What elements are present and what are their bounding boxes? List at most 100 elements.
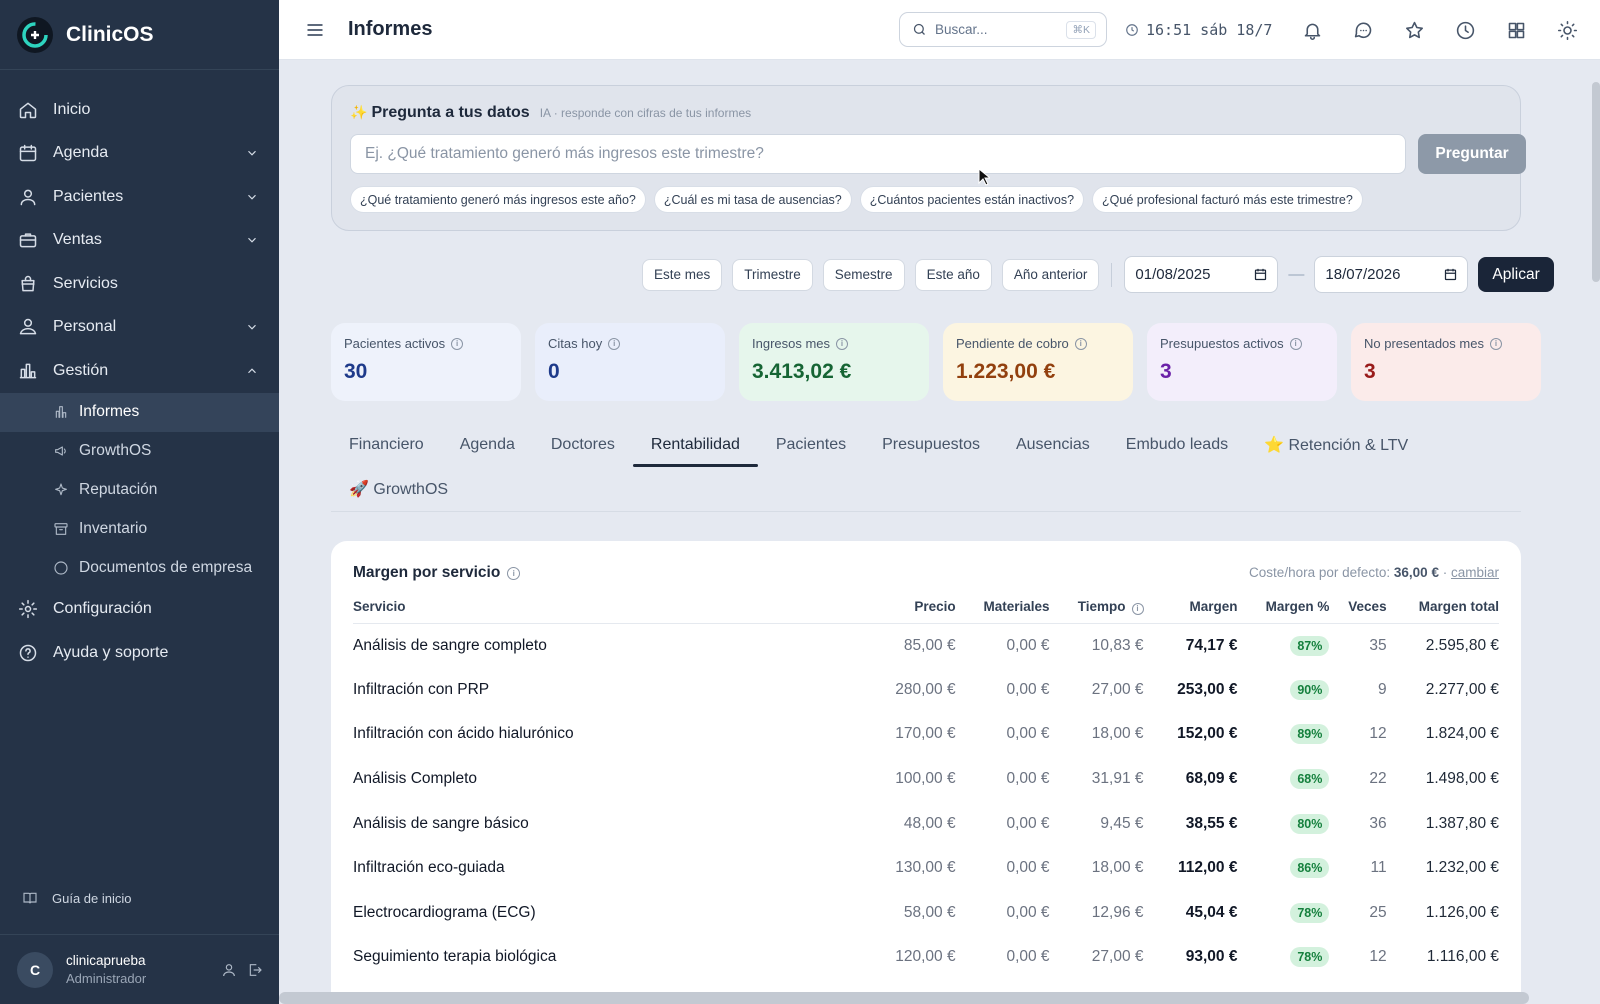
calendar-icon[interactable]	[1443, 267, 1458, 282]
clock-icon	[1126, 24, 1138, 36]
info-icon[interactable]: i	[608, 337, 621, 350]
sidebar-item-ayuda[interactable]: Ayuda y soporte	[0, 631, 279, 675]
suggestion-chip[interactable]: ¿Qué profesional facturó más este trimes…	[1092, 186, 1363, 213]
search-input[interactable]: Buscar... ⌘K	[899, 12, 1107, 47]
table-row[interactable]: Seguimiento terapia biológica 120,00 € 0,0…	[353, 935, 1499, 980]
preset-este-mes[interactable]: Este mes	[642, 258, 723, 291]
tab-4[interactable]: Pacientes	[758, 422, 864, 467]
tab-7[interactable]: Embudo leads	[1108, 422, 1246, 467]
info-icon[interactable]: i	[451, 337, 464, 350]
ai-question-input[interactable]: Ej. ¿Qué tratamiento generó más ingresos…	[350, 134, 1406, 174]
margin-table-card: Margen por servicio i Coste/hora por def…	[331, 541, 1521, 1004]
ask-button[interactable]: Preguntar	[1418, 134, 1526, 174]
cost-value: 36,00 €	[1393, 565, 1439, 580]
cost-label: Coste/hora por defecto:	[1249, 565, 1391, 580]
calendar-icon	[19, 145, 37, 162]
logout-icon[interactable]	[247, 962, 263, 978]
grid-icon[interactable]	[1506, 20, 1527, 41]
column-header: Servicio	[353, 591, 844, 624]
guide-link[interactable]: Guía de inicio	[22, 890, 132, 906]
menu-icon[interactable]	[305, 20, 325, 40]
sidebar-subitem-informes[interactable]: Informes	[0, 392, 279, 432]
table-row[interactable]: Infiltración con PRP 280,00 € 0,00 € 27,00 …	[353, 668, 1499, 713]
profile-icon[interactable]	[221, 962, 237, 978]
horizontal-scrollbar[interactable]	[279, 992, 1529, 1004]
tab-0[interactable]: Financiero	[331, 422, 442, 467]
top-header: Informes Buscar... ⌘K 16:51 sáb 18/7	[279, 0, 1600, 60]
chevron-down-icon	[248, 151, 256, 156]
info-icon[interactable]: i	[1074, 337, 1087, 350]
sidebar-item-ventas[interactable]: Ventas	[0, 219, 279, 263]
tab-8[interactable]: ⭐ Retención & LTV	[1246, 422, 1426, 467]
info-icon[interactable]: i	[1289, 337, 1302, 350]
table-cell: 45,04 €	[1144, 891, 1238, 936]
main-content: ✨ Pregunta a tus datos IA · responde con…	[279, 60, 1600, 1004]
table-row[interactable]: Análisis Completo 100,00 € 0,00 € 31,91 € 68…	[353, 757, 1499, 802]
sidebar-item-label: Personal	[53, 318, 117, 336]
brand[interactable]: ClinicOS	[0, 0, 279, 70]
change-cost-link[interactable]: cambiar	[1451, 565, 1499, 580]
sidebar-subitem-inventario[interactable]: Inventario	[0, 510, 279, 549]
table-row[interactable]: Infiltración eco-guiada 130,00 € 0,00 € 18,…	[353, 846, 1499, 891]
table-cell: 27,00 €	[1050, 668, 1144, 713]
tab-1[interactable]: Agenda	[442, 422, 533, 467]
sidebar-item-servicios[interactable]: Servicios	[0, 262, 279, 306]
sidebar-subitem-documentos[interactable]: Documentos de empresa	[0, 549, 279, 588]
cell-value: 31,91 €	[1091, 770, 1144, 788]
kpi-label: Ingresos mes i	[752, 336, 916, 351]
star-icon[interactable]	[1404, 20, 1425, 41]
date-from-field[interactable]: 01/08/2025	[1124, 256, 1279, 293]
sidebar-subitem-growthos[interactable]: GrowthOS	[0, 432, 279, 471]
vertical-scrollbar[interactable]	[1592, 82, 1600, 282]
table-cell: 48,00 €	[843, 801, 956, 846]
avatar[interactable]: C	[17, 951, 53, 988]
bell-icon[interactable]	[1302, 20, 1323, 41]
tab-2[interactable]: Doctores	[533, 422, 633, 467]
info-icon[interactable]: i	[1131, 602, 1144, 615]
sidebar: ClinicOS Inicio Agenda Pacientes Ventas …	[0, 0, 279, 1004]
preset-trimestre[interactable]: Trimestre	[732, 258, 813, 291]
sidebar-item-agenda[interactable]: Agenda	[0, 132, 279, 176]
info-icon[interactable]: i	[507, 566, 521, 580]
apply-button[interactable]: Aplicar	[1478, 257, 1554, 292]
table-cell: 12,96 €	[1050, 891, 1144, 936]
kpi-card: Citas hoy i 0	[535, 323, 725, 401]
tab-3[interactable]: Rentabilidad	[632, 422, 758, 467]
sidebar-item-configuracion[interactable]: Configuración	[0, 588, 279, 632]
search-placeholder: Buscar...	[935, 22, 988, 37]
sidebar-item-personal[interactable]: Personal	[0, 306, 279, 350]
cell-value: 22	[1369, 770, 1387, 788]
preset-ano-anterior[interactable]: Año anterior	[1001, 258, 1100, 291]
suggestion-chip[interactable]: ¿Cuál es mi tasa de ausencias?	[653, 186, 852, 213]
table-row[interactable]: Electrocardiograma (ECG) 58,00 € 0,00 € 12,…	[353, 891, 1499, 936]
sun-icon[interactable]	[1557, 20, 1578, 41]
tab-growthos[interactable]: 🚀 GrowthOS	[331, 467, 466, 512]
table-cell: 2.595,80 €	[1387, 623, 1499, 668]
help-icon	[19, 644, 37, 661]
date-to-field[interactable]: 18/07/2026	[1314, 256, 1469, 293]
table-cell: 10,83 €	[1050, 623, 1144, 668]
margin-percent-badge: 86%	[1290, 858, 1330, 879]
table-row[interactable]: Análisis de sangre básico 48,00 € 0,00 € 9,…	[353, 801, 1499, 846]
suggestion-chip[interactable]: ¿Qué tratamiento generó más ingresos est…	[350, 186, 646, 213]
preset-semestre[interactable]: Semestre	[822, 258, 905, 291]
tab-5[interactable]: Presupuestos	[864, 422, 998, 467]
sidebar-subitem-reputacion[interactable]: Reputación	[0, 471, 279, 510]
tab-6[interactable]: Ausencias	[998, 422, 1108, 467]
table-row[interactable]: Infiltración con ácido hialurónico 170,00…	[353, 712, 1499, 757]
cell-value: Análisis de sangre básico	[353, 814, 529, 832]
sidebar-item-pacientes[interactable]: Pacientes	[0, 175, 279, 219]
cell-value: 18,00 €	[1091, 725, 1144, 743]
info-icon[interactable]: i	[836, 337, 849, 350]
sidebar-item-gestion[interactable]: Gestión	[0, 349, 279, 393]
history-icon[interactable]	[1455, 20, 1476, 41]
suggestion-chip[interactable]: ¿Cuántos pacientes están inactivos?	[859, 186, 1085, 213]
calendar-icon[interactable]	[1253, 267, 1268, 282]
preset-este-ano[interactable]: Este año	[914, 258, 992, 291]
sidebar-item-inicio[interactable]: Inicio	[0, 88, 279, 132]
table-row[interactable]: Análisis de sangre completo 85,00 € 0,00 €…	[353, 623, 1499, 668]
chat-icon[interactable]	[1353, 20, 1374, 41]
info-icon[interactable]: i	[1489, 337, 1502, 350]
cell-value: 130,00 €	[895, 859, 956, 877]
cell-value: 100,00 €	[895, 770, 956, 788]
